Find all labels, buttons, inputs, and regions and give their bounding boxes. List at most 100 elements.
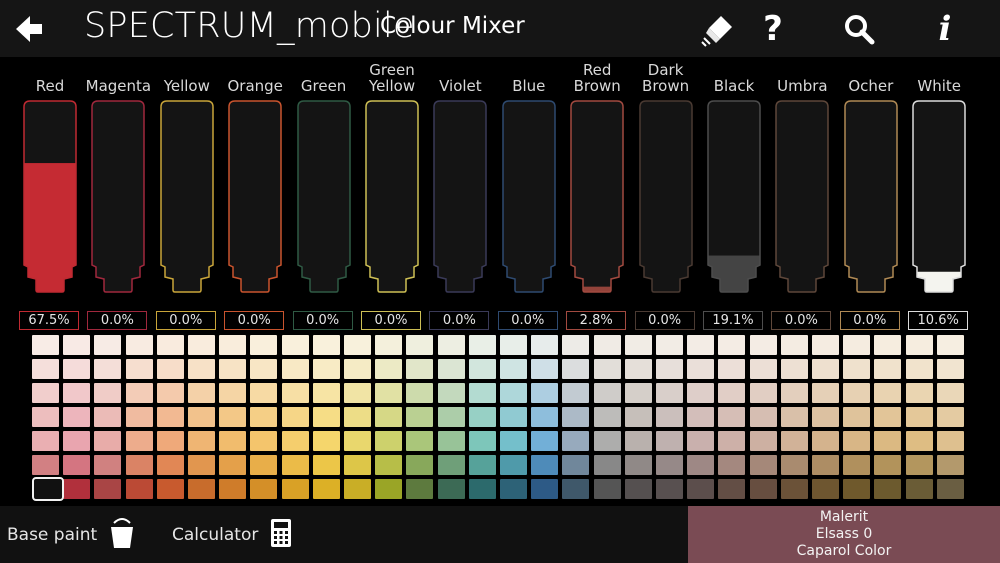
palette-swatch[interactable] xyxy=(63,359,91,379)
palette-swatch[interactable] xyxy=(406,359,434,379)
calculator-button[interactable]: Calculator xyxy=(172,506,292,563)
palette-swatch[interactable] xyxy=(687,359,715,379)
palette-swatch[interactable] xyxy=(687,383,715,403)
palette-swatch[interactable] xyxy=(749,479,777,499)
palette-swatch[interactable] xyxy=(156,431,184,451)
palette-swatch[interactable] xyxy=(624,431,652,451)
palette-swatch[interactable] xyxy=(780,455,808,475)
palette-swatch[interactable] xyxy=(125,431,153,451)
palette-swatch[interactable] xyxy=(905,455,933,475)
palette-swatch[interactable] xyxy=(125,407,153,427)
palette-swatch[interactable] xyxy=(156,359,184,379)
palette-swatch[interactable] xyxy=(281,407,309,427)
palette-swatch[interactable] xyxy=(812,359,839,379)
palette-swatch[interactable] xyxy=(874,431,902,451)
palette-swatch[interactable] xyxy=(812,383,839,403)
palette-swatch[interactable] xyxy=(593,407,621,427)
palette-swatch[interactable] xyxy=(905,431,933,451)
palette-swatch[interactable] xyxy=(936,407,964,427)
paint-tube[interactable]: Umbra 0.0% xyxy=(768,58,836,333)
palette-swatch[interactable] xyxy=(500,431,527,451)
palette-swatch[interactable] xyxy=(63,407,91,427)
paint-tube[interactable]: Dark Brown 0.0% xyxy=(632,58,700,333)
palette-swatch[interactable] xyxy=(905,383,933,403)
palette-swatch[interactable] xyxy=(375,383,403,403)
palette-swatch[interactable] xyxy=(437,407,465,427)
palette-swatch[interactable] xyxy=(219,407,247,427)
palette-swatch[interactable] xyxy=(812,431,839,451)
palette-swatch[interactable] xyxy=(656,407,683,427)
palette-swatch[interactable] xyxy=(780,359,808,379)
palette-swatch[interactable] xyxy=(562,359,590,379)
palette-swatch[interactable] xyxy=(468,359,496,379)
palette-swatch[interactable] xyxy=(718,407,746,427)
palette-swatch[interactable] xyxy=(718,431,746,451)
palette-swatch[interactable] xyxy=(406,479,434,499)
palette-swatch[interactable] xyxy=(344,407,371,427)
palette-swatch[interactable] xyxy=(344,455,371,475)
palette-swatch[interactable] xyxy=(562,431,590,451)
palette-swatch[interactable] xyxy=(843,479,871,499)
palette-swatch[interactable] xyxy=(718,383,746,403)
palette-swatch[interactable] xyxy=(718,359,746,379)
palette-swatch[interactable] xyxy=(219,383,247,403)
palette-swatch[interactable] xyxy=(905,359,933,379)
palette-swatch[interactable] xyxy=(656,479,683,499)
paint-tube[interactable]: Red Brown 2.8% xyxy=(563,58,631,333)
palette-swatch[interactable] xyxy=(94,479,122,499)
palette-swatch[interactable] xyxy=(562,383,590,403)
palette-swatch[interactable] xyxy=(375,407,403,427)
palette-swatch[interactable] xyxy=(905,335,933,355)
palette-swatch[interactable] xyxy=(375,359,403,379)
palette-swatch[interactable] xyxy=(32,431,59,451)
palette-swatch[interactable] xyxy=(156,455,184,475)
palette-swatch[interactable] xyxy=(593,455,621,475)
palette-swatch[interactable] xyxy=(32,335,59,355)
palette-swatch[interactable] xyxy=(593,431,621,451)
palette-swatch[interactable] xyxy=(156,407,184,427)
palette-swatch[interactable] xyxy=(656,455,683,475)
palette-swatch[interactable] xyxy=(562,455,590,475)
palette-swatch[interactable] xyxy=(780,335,808,355)
palette-swatch[interactable] xyxy=(843,383,871,403)
palette-swatch[interactable] xyxy=(250,383,278,403)
palette-swatch[interactable] xyxy=(531,479,559,499)
palette-swatch[interactable] xyxy=(500,359,527,379)
palette-swatch[interactable] xyxy=(468,455,496,475)
palette-swatch[interactable] xyxy=(593,335,621,355)
palette-swatch[interactable] xyxy=(188,431,215,451)
palette-swatch[interactable] xyxy=(125,335,153,355)
palette-swatch[interactable] xyxy=(125,383,153,403)
palette-swatch[interactable] xyxy=(874,359,902,379)
back-arrow-icon[interactable] xyxy=(8,8,50,50)
paint-tube[interactable]: Ocher 0.0% xyxy=(837,58,905,333)
palette-swatch[interactable] xyxy=(156,335,184,355)
base-paint-button[interactable]: Base paint xyxy=(7,506,135,563)
palette-swatch[interactable] xyxy=(188,359,215,379)
palette-swatch[interactable] xyxy=(250,455,278,475)
palette-swatch[interactable] xyxy=(63,335,91,355)
palette-swatch[interactable] xyxy=(437,335,465,355)
palette-swatch[interactable] xyxy=(843,431,871,451)
palette-swatch[interactable] xyxy=(874,335,902,355)
palette-swatch[interactable] xyxy=(219,431,247,451)
palette-swatch[interactable] xyxy=(344,359,371,379)
palette-swatch[interactable] xyxy=(32,407,59,427)
palette-swatch[interactable] xyxy=(250,431,278,451)
palette-swatch[interactable] xyxy=(468,407,496,427)
palette-swatch[interactable] xyxy=(593,359,621,379)
palette-swatch[interactable] xyxy=(281,455,309,475)
search-icon[interactable] xyxy=(838,8,880,50)
palette-swatch[interactable] xyxy=(250,407,278,427)
palette-swatch[interactable] xyxy=(936,359,964,379)
palette-swatch[interactable] xyxy=(749,431,777,451)
palette-swatch[interactable] xyxy=(656,359,683,379)
palette-swatch[interactable] xyxy=(219,479,247,499)
palette-swatch[interactable] xyxy=(94,407,122,427)
palette-swatch[interactable] xyxy=(94,359,122,379)
palette-swatch[interactable] xyxy=(125,479,153,499)
palette-swatch[interactable] xyxy=(437,383,465,403)
palette-swatch[interactable] xyxy=(219,359,247,379)
palette-swatch[interactable] xyxy=(437,479,465,499)
palette-swatch[interactable] xyxy=(63,479,91,499)
